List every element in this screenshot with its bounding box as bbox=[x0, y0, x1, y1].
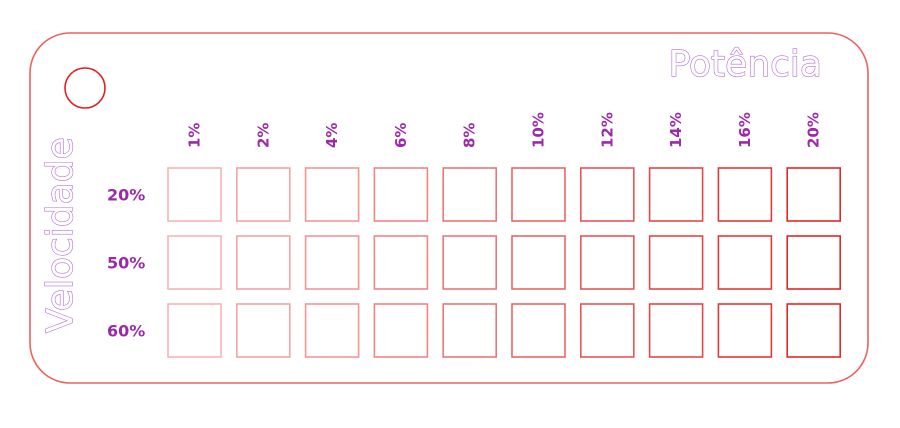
test-cell bbox=[717, 167, 773, 222]
test-cell bbox=[717, 303, 773, 358]
test-cell bbox=[579, 235, 635, 290]
test-cell bbox=[511, 167, 566, 222]
speed-label-3: 60% bbox=[107, 322, 145, 341]
power-title: Potência bbox=[669, 44, 822, 85]
test-cell bbox=[511, 303, 566, 358]
card-svg: Potência Velocidade 1% 2% 4% 6% 8% 10% 12% 14% 1… bbox=[29, 32, 869, 384]
test-cell bbox=[373, 167, 429, 222]
test-cell bbox=[786, 235, 842, 290]
power-label-3: 4% bbox=[323, 123, 341, 148]
power-column-labels: 1% 2% 4% 6% 8% 10% 12% 14% 16% 20% bbox=[186, 112, 823, 148]
test-cell bbox=[236, 303, 291, 358]
test-cell bbox=[786, 303, 842, 358]
power-label-1: 1% bbox=[186, 123, 204, 148]
test-cell bbox=[373, 235, 429, 290]
power-label-7: 12% bbox=[598, 112, 616, 148]
test-cell bbox=[442, 303, 498, 358]
speed-label: Velocidade bbox=[40, 137, 81, 333]
test-card: Potência Velocidade 1% 2% 4% 6% 8% 10% 12% 14% 1… bbox=[0, 0, 900, 424]
test-cell bbox=[304, 303, 360, 358]
power-label-2: 2% bbox=[254, 123, 272, 148]
power-label-10: 20% bbox=[805, 112, 823, 148]
test-cell bbox=[717, 235, 773, 290]
hanging-hole bbox=[64, 67, 106, 109]
test-cell bbox=[579, 167, 635, 222]
power-label-5: 8% bbox=[461, 123, 479, 148]
test-cell bbox=[648, 167, 704, 222]
speed-label-2: 50% bbox=[107, 254, 145, 273]
power-label-4: 6% bbox=[392, 123, 410, 148]
test-cell bbox=[236, 235, 291, 290]
test-cell bbox=[579, 303, 635, 358]
test-cell bbox=[442, 167, 498, 222]
test-cell bbox=[167, 235, 222, 290]
test-cell bbox=[442, 235, 498, 290]
test-cell-grid bbox=[167, 167, 842, 358]
test-cell bbox=[167, 167, 222, 222]
test-cell bbox=[511, 235, 566, 290]
power-label-6: 10% bbox=[530, 112, 548, 148]
plate-outline bbox=[29, 32, 869, 384]
test-cell bbox=[648, 235, 704, 290]
test-cell bbox=[167, 303, 222, 358]
test-cell bbox=[236, 167, 291, 222]
test-cell bbox=[786, 167, 842, 222]
test-cell bbox=[373, 303, 429, 358]
test-cell bbox=[304, 167, 360, 222]
speed-label-1: 20% bbox=[107, 186, 145, 205]
power-label-8: 14% bbox=[667, 112, 685, 148]
power-label-9: 16% bbox=[736, 112, 754, 148]
test-cell bbox=[648, 303, 704, 358]
test-cell bbox=[304, 235, 360, 290]
speed-row-labels: 20% 50% 60% bbox=[107, 186, 145, 341]
